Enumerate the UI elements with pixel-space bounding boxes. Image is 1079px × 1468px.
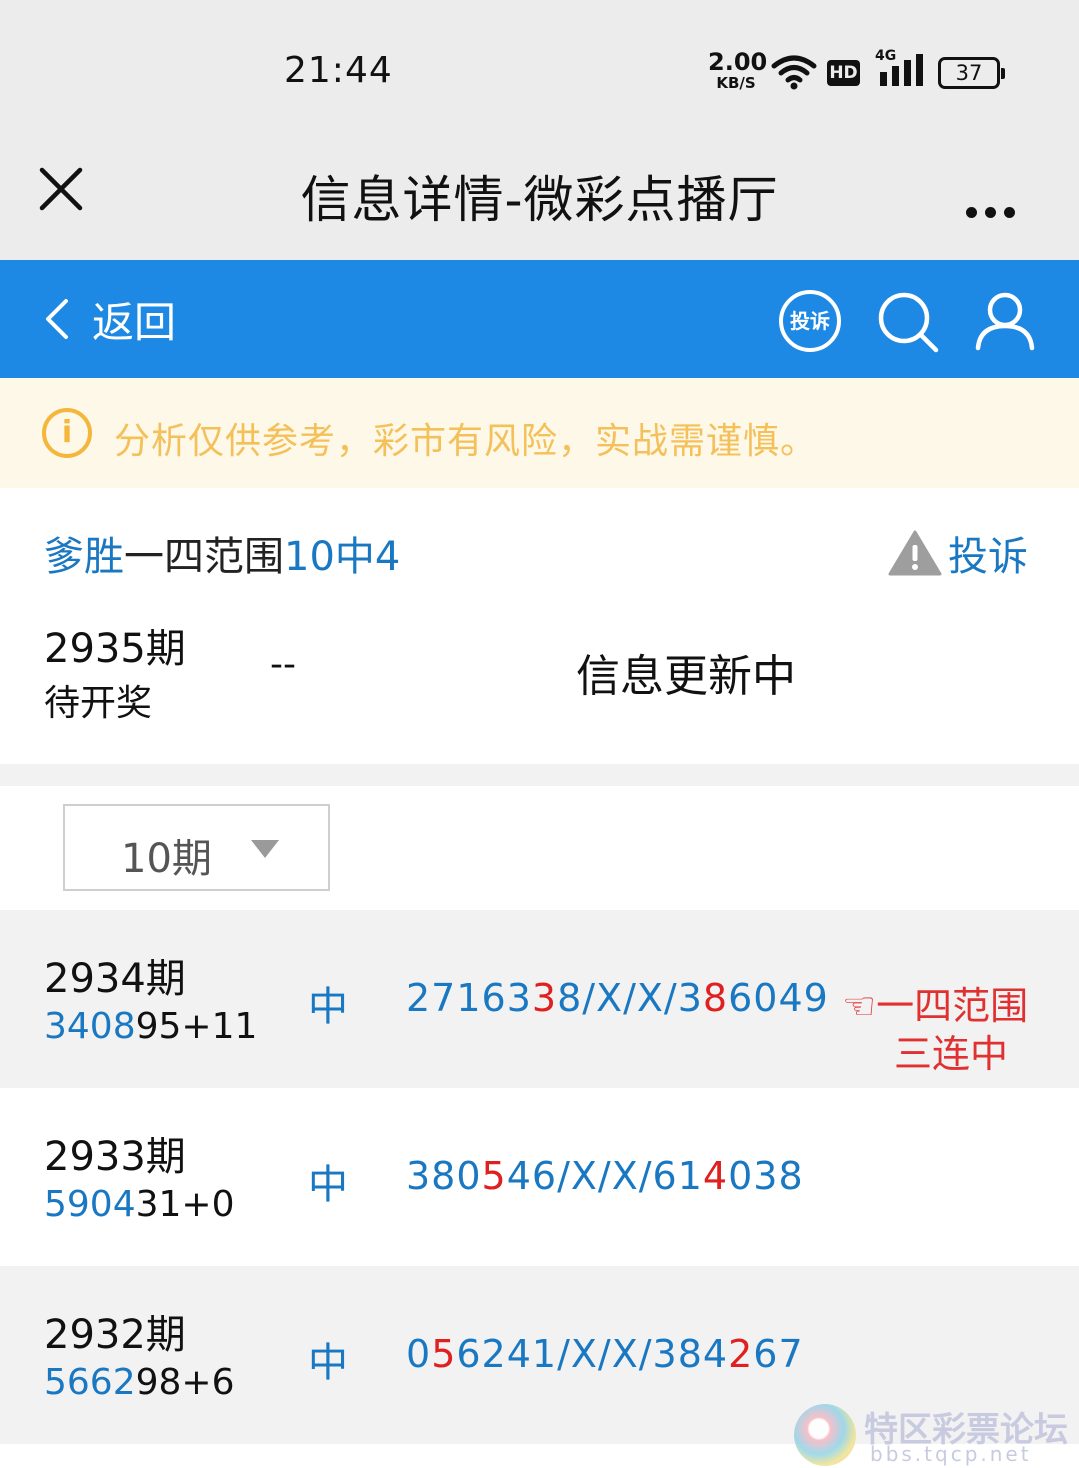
complain-button[interactable]: 投诉 [779, 290, 841, 352]
status-time: 21:44 [284, 50, 393, 91]
current-prediction: -- [270, 644, 296, 685]
user-icon[interactable] [974, 290, 1036, 352]
filter-area: 10期 [0, 786, 1079, 910]
row-draw-result: 340895+11 [44, 1006, 258, 1047]
chevron-left-icon [46, 299, 68, 339]
row-issue: 2934期 [44, 956, 186, 1002]
battery-icon: 37 [938, 57, 1005, 89]
row-issue: 2933期 [44, 1134, 186, 1180]
info-icon: i [42, 408, 92, 458]
row-prediction: 056241/X/X/384267 [406, 1332, 804, 1376]
title-bar: 信息详情-微彩点播厅 [0, 130, 1079, 260]
info-title-author[interactable]: 爹胜 [44, 534, 124, 580]
row-hit-badge: 中 [308, 1162, 348, 1208]
back-button[interactable]: 返回 [44, 294, 176, 347]
watermark-url: bbs.tqcp.net [870, 1442, 1032, 1466]
report-label: 投诉 [948, 534, 1028, 580]
hd-icon: HD [827, 60, 860, 86]
current-status: 待开奖 [44, 683, 153, 724]
row-hit-badge: 中 [308, 984, 348, 1030]
info-title-type: 一四范围 [124, 534, 284, 580]
update-status: 信息更新中 [576, 651, 796, 702]
warning-icon [888, 530, 942, 576]
more-options-icon[interactable] [966, 182, 1023, 226]
row-prediction: 2716338/X/X/386049 [406, 976, 829, 1020]
risk-notice: i 分析仅供参考，彩市有风险，实战需谨慎。 [0, 378, 1079, 488]
forum-watermark: 特区彩票论坛 bbs.tqcp.net [790, 1398, 1079, 1468]
history-row: 2933期 590431+0 中 380546/X/X/614038 [0, 1088, 1079, 1266]
wifi-icon [771, 55, 817, 90]
info-title-record: 10中4 [284, 534, 401, 580]
forum-logo-icon [794, 1404, 856, 1466]
current-issue: 2935期 [44, 626, 186, 672]
net-speed-value: 2.00 [708, 48, 768, 76]
notice-text: 分析仅供参考，彩市有风险，实战需谨慎。 [114, 421, 818, 462]
row-hit-badge: 中 [308, 1340, 348, 1386]
handwritten-annotation: ☜一四范围 三连中 [842, 984, 1029, 1076]
row-draw-result: 566298+6 [44, 1362, 235, 1403]
caret-down-icon [251, 840, 279, 858]
status-bar: 21:44 2.00 KB/S HD 4G 37 [0, 0, 1079, 130]
net-speed: 2.00 KB/S [708, 48, 768, 92]
row-issue: 2932期 [44, 1312, 186, 1358]
period-select-value: 10期 [121, 836, 212, 882]
net-speed-unit: KB/S [716, 74, 756, 92]
info-title: 爹胜一四范围10中4 [44, 524, 400, 582]
row-prediction: 380546/X/X/614038 [406, 1154, 804, 1198]
period-select[interactable]: 10期 [63, 804, 330, 891]
row-draw-result: 590431+0 [44, 1184, 235, 1225]
info-card: 爹胜一四范围10中4 投诉 2935期 待开奖 -- 信息更新中 [0, 488, 1079, 764]
history-row: 2934期 340895+11 中 2716338/X/X/386049 ☜一四… [0, 910, 1079, 1088]
section-divider [0, 764, 1079, 786]
signal-icon [880, 54, 923, 86]
page-title: 信息详情-微彩点播厅 [300, 171, 779, 229]
search-icon[interactable] [876, 290, 940, 354]
report-button[interactable]: 投诉 [888, 524, 1028, 582]
nav-bar: 返回 投诉 [0, 260, 1079, 378]
back-label: 返回 [92, 297, 177, 347]
